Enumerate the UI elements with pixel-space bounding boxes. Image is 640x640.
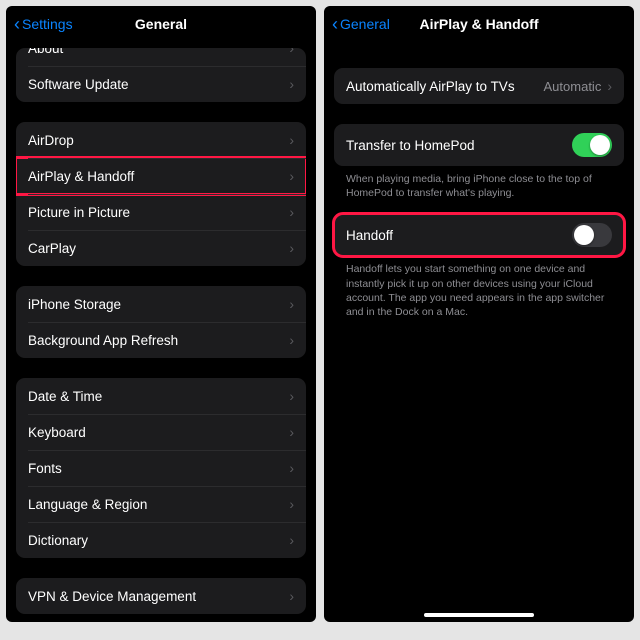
chevron-right-icon: ›: [289, 132, 294, 148]
chevron-right-icon: ›: [289, 532, 294, 548]
group-transfer-homepod: Transfer to HomePod: [334, 124, 624, 166]
chevron-right-icon: ›: [289, 388, 294, 404]
group-vpn: VPN & Device Management ›: [16, 578, 306, 614]
chevron-right-icon: ›: [289, 588, 294, 604]
content: About › Software Update › AirDrop › AirP…: [6, 42, 316, 622]
label: Handoff: [346, 228, 393, 243]
label: Automatically AirPlay to TVs: [346, 79, 515, 94]
chevron-right-icon: ›: [289, 240, 294, 256]
page-title: AirPlay & Handoff: [419, 16, 538, 32]
group-airplay: AirDrop › AirPlay & Handoff › Picture in…: [16, 122, 306, 266]
row-picture-in-picture[interactable]: Picture in Picture ›: [16, 194, 306, 230]
label: Software Update: [28, 77, 129, 92]
label: About: [28, 48, 63, 56]
chevron-right-icon: ›: [289, 460, 294, 476]
row-date-time[interactable]: Date & Time ›: [16, 378, 306, 414]
row-auto-airplay[interactable]: Automatically AirPlay to TVs Automatic ›: [334, 68, 624, 104]
label: AirPlay & Handoff: [28, 169, 134, 184]
row-fonts[interactable]: Fonts ›: [16, 450, 306, 486]
left-screen: ‹ Settings General About › Software Upda…: [6, 6, 316, 622]
navbar: ‹ Settings General: [6, 6, 316, 42]
label: iPhone Storage: [28, 297, 121, 312]
page-title: General: [135, 16, 187, 32]
handoff-toggle[interactable]: [572, 223, 612, 247]
value: Automatic: [544, 79, 602, 94]
label: Background App Refresh: [28, 333, 178, 348]
label: Date & Time: [28, 389, 102, 404]
transfer-homepod-footer: When playing media, bring iPhone close t…: [334, 166, 624, 200]
row-software-update[interactable]: Software Update ›: [16, 66, 306, 102]
row-transfer-homepod: Transfer to HomePod: [334, 124, 624, 166]
row-airdrop[interactable]: AirDrop ›: [16, 122, 306, 158]
row-background-app-refresh[interactable]: Background App Refresh ›: [16, 322, 306, 358]
row-carplay[interactable]: CarPlay ›: [16, 230, 306, 266]
chevron-right-icon: ›: [289, 296, 294, 312]
chevron-right-icon: ›: [607, 78, 612, 94]
back-label: General: [340, 16, 390, 32]
row-language-region[interactable]: Language & Region ›: [16, 486, 306, 522]
chevron-right-icon: ›: [289, 424, 294, 440]
label: Language & Region: [28, 497, 147, 512]
label: Keyboard: [28, 425, 86, 440]
content: Automatically AirPlay to TVs Automatic ›…: [324, 42, 634, 329]
label: Dictionary: [28, 533, 88, 548]
transfer-homepod-toggle[interactable]: [572, 133, 612, 157]
row-vpn-device-management[interactable]: VPN & Device Management ›: [16, 578, 306, 614]
back-button[interactable]: ‹ General: [332, 6, 390, 42]
chevron-left-icon: ‹: [14, 15, 20, 33]
label: Fonts: [28, 461, 62, 476]
row-keyboard[interactable]: Keyboard ›: [16, 414, 306, 450]
label: AirDrop: [28, 133, 74, 148]
chevron-right-icon: ›: [289, 496, 294, 512]
chevron-right-icon: ›: [289, 48, 294, 56]
label: Picture in Picture: [28, 205, 130, 220]
group-localization: Date & Time › Keyboard › Fonts › Languag…: [16, 378, 306, 558]
chevron-left-icon: ‹: [332, 15, 338, 33]
row-handoff: Handoff: [334, 214, 624, 256]
label: VPN & Device Management: [28, 589, 196, 604]
group-auto-airplay: Automatically AirPlay to TVs Automatic ›: [334, 68, 624, 104]
chevron-right-icon: ›: [289, 332, 294, 348]
toggle-knob: [574, 225, 594, 245]
row-iphone-storage[interactable]: iPhone Storage ›: [16, 286, 306, 322]
group-storage: iPhone Storage › Background App Refresh …: [16, 286, 306, 358]
row-about[interactable]: About ›: [16, 48, 306, 66]
handoff-footer: Handoff lets you start something on one …: [334, 256, 624, 319]
back-button[interactable]: ‹ Settings: [14, 6, 73, 42]
row-dictionary[interactable]: Dictionary ›: [16, 522, 306, 558]
group-handoff: Handoff: [334, 214, 624, 256]
chevron-right-icon: ›: [289, 168, 294, 184]
home-indicator[interactable]: [424, 613, 534, 617]
navbar: ‹ General AirPlay & Handoff: [324, 6, 634, 42]
back-label: Settings: [22, 16, 73, 32]
group-about: About › Software Update ›: [16, 48, 306, 102]
label: CarPlay: [28, 241, 76, 256]
chevron-right-icon: ›: [289, 76, 294, 92]
right-screen: ‹ General AirPlay & Handoff Automaticall…: [324, 6, 634, 622]
row-airplay-handoff[interactable]: AirPlay & Handoff ›: [16, 158, 306, 194]
chevron-right-icon: ›: [289, 204, 294, 220]
toggle-knob: [590, 135, 610, 155]
label: Transfer to HomePod: [346, 138, 475, 153]
